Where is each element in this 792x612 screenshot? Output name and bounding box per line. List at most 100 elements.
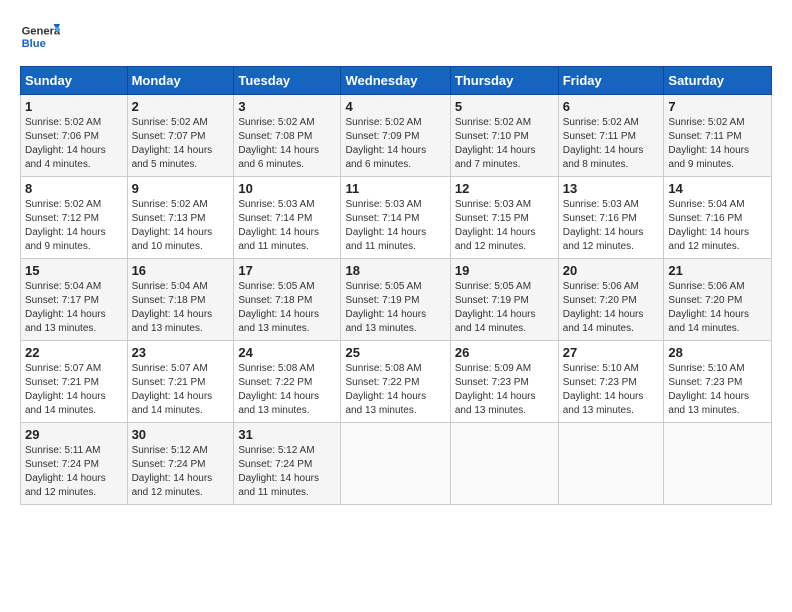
day-info: Sunrise: 5:02 AM Sunset: 7:13 PM Dayligh… [132, 198, 230, 254]
day-number: 21 [668, 263, 767, 278]
calendar-cell: 29 Sunrise: 5:11 AM Sunset: 7:24 PM Dayl… [21, 423, 128, 505]
day-info: Sunrise: 5:08 AM Sunset: 7:22 PM Dayligh… [238, 362, 336, 418]
calendar-cell: 4 Sunrise: 5:02 AM Sunset: 7:09 PM Dayli… [341, 95, 450, 177]
calendar-cell: 20 Sunrise: 5:06 AM Sunset: 7:20 PM Dayl… [558, 259, 664, 341]
day-info: Sunrise: 5:02 AM Sunset: 7:10 PM Dayligh… [455, 116, 554, 172]
day-number: 31 [238, 427, 336, 442]
calendar-cell: 5 Sunrise: 5:02 AM Sunset: 7:10 PM Dayli… [450, 95, 558, 177]
day-info: Sunrise: 5:04 AM Sunset: 7:16 PM Dayligh… [668, 198, 767, 254]
day-info: Sunrise: 5:06 AM Sunset: 7:20 PM Dayligh… [563, 280, 660, 336]
logo: General Blue [20, 20, 64, 56]
calendar-cell: 16 Sunrise: 5:04 AM Sunset: 7:18 PM Dayl… [127, 259, 234, 341]
calendar-cell: 12 Sunrise: 5:03 AM Sunset: 7:15 PM Dayl… [450, 177, 558, 259]
weekday-header: Saturday [664, 67, 772, 95]
calendar-cell: 1 Sunrise: 5:02 AM Sunset: 7:06 PM Dayli… [21, 95, 128, 177]
calendar-cell [450, 423, 558, 505]
calendar-cell: 21 Sunrise: 5:06 AM Sunset: 7:20 PM Dayl… [664, 259, 772, 341]
day-number: 24 [238, 345, 336, 360]
day-info: Sunrise: 5:10 AM Sunset: 7:23 PM Dayligh… [563, 362, 660, 418]
day-number: 10 [238, 181, 336, 196]
day-info: Sunrise: 5:03 AM Sunset: 7:14 PM Dayligh… [238, 198, 336, 254]
day-info: Sunrise: 5:05 AM Sunset: 7:19 PM Dayligh… [455, 280, 554, 336]
day-number: 9 [132, 181, 230, 196]
day-number: 4 [345, 99, 445, 114]
day-info: Sunrise: 5:04 AM Sunset: 7:18 PM Dayligh… [132, 280, 230, 336]
calendar-cell [341, 423, 450, 505]
day-info: Sunrise: 5:10 AM Sunset: 7:23 PM Dayligh… [668, 362, 767, 418]
calendar-week: 22 Sunrise: 5:07 AM Sunset: 7:21 PM Dayl… [21, 341, 772, 423]
calendar-cell: 3 Sunrise: 5:02 AM Sunset: 7:08 PM Dayli… [234, 95, 341, 177]
day-number: 22 [25, 345, 123, 360]
header: General Blue [20, 20, 772, 56]
day-number: 27 [563, 345, 660, 360]
day-info: Sunrise: 5:07 AM Sunset: 7:21 PM Dayligh… [25, 362, 123, 418]
day-info: Sunrise: 5:03 AM Sunset: 7:15 PM Dayligh… [455, 198, 554, 254]
day-info: Sunrise: 5:11 AM Sunset: 7:24 PM Dayligh… [25, 444, 123, 500]
day-number: 13 [563, 181, 660, 196]
day-number: 1 [25, 99, 123, 114]
day-info: Sunrise: 5:07 AM Sunset: 7:21 PM Dayligh… [132, 362, 230, 418]
day-info: Sunrise: 5:02 AM Sunset: 7:11 PM Dayligh… [563, 116, 660, 172]
day-number: 28 [668, 345, 767, 360]
calendar-week: 15 Sunrise: 5:04 AM Sunset: 7:17 PM Dayl… [21, 259, 772, 341]
calendar-week: 8 Sunrise: 5:02 AM Sunset: 7:12 PM Dayli… [21, 177, 772, 259]
day-number: 8 [25, 181, 123, 196]
day-number: 19 [455, 263, 554, 278]
day-number: 20 [563, 263, 660, 278]
calendar-cell: 23 Sunrise: 5:07 AM Sunset: 7:21 PM Dayl… [127, 341, 234, 423]
calendar-cell: 6 Sunrise: 5:02 AM Sunset: 7:11 PM Dayli… [558, 95, 664, 177]
day-info: Sunrise: 5:02 AM Sunset: 7:09 PM Dayligh… [345, 116, 445, 172]
day-number: 15 [25, 263, 123, 278]
calendar-cell: 9 Sunrise: 5:02 AM Sunset: 7:13 PM Dayli… [127, 177, 234, 259]
calendar-cell: 30 Sunrise: 5:12 AM Sunset: 7:24 PM Dayl… [127, 423, 234, 505]
day-number: 29 [25, 427, 123, 442]
calendar-table: SundayMondayTuesdayWednesdayThursdayFrid… [20, 66, 772, 505]
day-number: 2 [132, 99, 230, 114]
calendar-cell [558, 423, 664, 505]
day-info: Sunrise: 5:02 AM Sunset: 7:12 PM Dayligh… [25, 198, 123, 254]
day-number: 18 [345, 263, 445, 278]
svg-text:Blue: Blue [22, 38, 46, 50]
day-info: Sunrise: 5:09 AM Sunset: 7:23 PM Dayligh… [455, 362, 554, 418]
day-number: 16 [132, 263, 230, 278]
calendar-cell: 14 Sunrise: 5:04 AM Sunset: 7:16 PM Dayl… [664, 177, 772, 259]
weekday-header: Monday [127, 67, 234, 95]
day-number: 6 [563, 99, 660, 114]
day-number: 12 [455, 181, 554, 196]
weekday-header: Tuesday [234, 67, 341, 95]
day-number: 11 [345, 181, 445, 196]
day-info: Sunrise: 5:03 AM Sunset: 7:14 PM Dayligh… [345, 198, 445, 254]
calendar-cell [664, 423, 772, 505]
calendar-cell: 10 Sunrise: 5:03 AM Sunset: 7:14 PM Dayl… [234, 177, 341, 259]
calendar-cell: 31 Sunrise: 5:12 AM Sunset: 7:24 PM Dayl… [234, 423, 341, 505]
calendar-cell: 22 Sunrise: 5:07 AM Sunset: 7:21 PM Dayl… [21, 341, 128, 423]
day-info: Sunrise: 5:05 AM Sunset: 7:18 PM Dayligh… [238, 280, 336, 336]
calendar-cell: 13 Sunrise: 5:03 AM Sunset: 7:16 PM Dayl… [558, 177, 664, 259]
weekday-header: Wednesday [341, 67, 450, 95]
day-info: Sunrise: 5:05 AM Sunset: 7:19 PM Dayligh… [345, 280, 445, 336]
calendar-cell: 11 Sunrise: 5:03 AM Sunset: 7:14 PM Dayl… [341, 177, 450, 259]
day-info: Sunrise: 5:02 AM Sunset: 7:07 PM Dayligh… [132, 116, 230, 172]
day-number: 7 [668, 99, 767, 114]
weekday-header: Sunday [21, 67, 128, 95]
svg-text:General: General [22, 25, 60, 37]
calendar-cell: 15 Sunrise: 5:04 AM Sunset: 7:17 PM Dayl… [21, 259, 128, 341]
day-number: 17 [238, 263, 336, 278]
calendar-cell: 28 Sunrise: 5:10 AM Sunset: 7:23 PM Dayl… [664, 341, 772, 423]
day-info: Sunrise: 5:02 AM Sunset: 7:06 PM Dayligh… [25, 116, 123, 172]
calendar-cell: 18 Sunrise: 5:05 AM Sunset: 7:19 PM Dayl… [341, 259, 450, 341]
day-number: 3 [238, 99, 336, 114]
day-number: 26 [455, 345, 554, 360]
calendar-cell: 19 Sunrise: 5:05 AM Sunset: 7:19 PM Dayl… [450, 259, 558, 341]
day-number: 5 [455, 99, 554, 114]
calendar-week: 29 Sunrise: 5:11 AM Sunset: 7:24 PM Dayl… [21, 423, 772, 505]
day-info: Sunrise: 5:03 AM Sunset: 7:16 PM Dayligh… [563, 198, 660, 254]
day-info: Sunrise: 5:12 AM Sunset: 7:24 PM Dayligh… [132, 444, 230, 500]
day-info: Sunrise: 5:02 AM Sunset: 7:11 PM Dayligh… [668, 116, 767, 172]
weekday-header: Friday [558, 67, 664, 95]
calendar-cell: 17 Sunrise: 5:05 AM Sunset: 7:18 PM Dayl… [234, 259, 341, 341]
day-info: Sunrise: 5:04 AM Sunset: 7:17 PM Dayligh… [25, 280, 123, 336]
calendar-header: SundayMondayTuesdayWednesdayThursdayFrid… [21, 67, 772, 95]
calendar-cell: 27 Sunrise: 5:10 AM Sunset: 7:23 PM Dayl… [558, 341, 664, 423]
day-number: 14 [668, 181, 767, 196]
